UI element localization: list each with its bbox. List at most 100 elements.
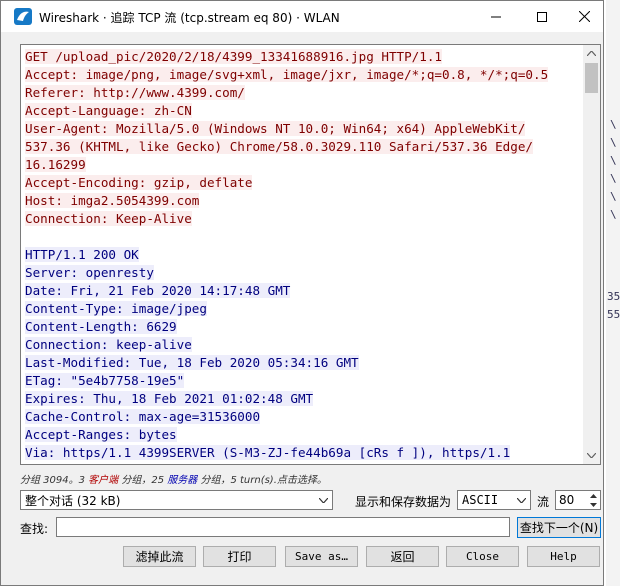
stream-line-client: Referer: http://www.4399.com/ — [25, 84, 580, 102]
close-icon — [578, 11, 590, 22]
stream-line-text: Cache-Control: max-age=31536000 — [25, 409, 261, 424]
show-save-label: 显示和保存数据为 — [355, 495, 452, 509]
chevron-up-icon — [590, 493, 597, 498]
stream-stats: 分组 3094。3 客户端 分组，25 服务器 分组，5 turn(s).点击选… — [20, 471, 327, 486]
chevron-up-icon — [587, 51, 596, 56]
conversation-select[interactable]: 整个对话 (32 kB) — [20, 490, 333, 510]
close-button[interactable]: Close — [446, 546, 519, 567]
vertical-scrollbar[interactable] — [583, 45, 600, 464]
stats-server-label: 服务器 — [167, 475, 198, 486]
find-label: 查找: — [20, 522, 49, 536]
background-window-right: \ \ \ \ \ \ 35 55 — [606, 0, 620, 586]
stream-line-client: 537.36 (KHTML, like Gecko) Chrome/58.0.3… — [25, 138, 580, 156]
stream-line-client: Host: imga2.5054399.com — [25, 192, 580, 210]
stream-line-text: Content-Type: image/jpeg — [25, 301, 207, 316]
spin-up-button[interactable] — [587, 491, 600, 500]
minimize-button[interactable] — [473, 1, 519, 32]
stream-number-value: 80 — [559, 493, 575, 507]
stream-line-server: ETag: "5e4b7758-19e5" — [25, 372, 580, 390]
stream-line-server: Last-Modified: Tue, 18 Feb 2020 05:34:16… — [25, 354, 580, 372]
background-text: \ — [610, 136, 617, 149]
stream-line-text: Connection: Keep-Alive — [25, 211, 192, 226]
stream-line-text: Accept-Encoding: gzip, deflate — [25, 175, 253, 190]
stream-line-server: Accept-Ranges: bytes — [25, 426, 580, 444]
back-button[interactable]: 返回 — [366, 546, 439, 567]
stats-mid: 分组，25 — [118, 475, 168, 486]
save-as-button[interactable]: Save as… — [285, 546, 358, 567]
chevron-down-icon — [590, 502, 597, 507]
scroll-down-arrow[interactable] — [583, 447, 600, 464]
stream-line-client: 16.16299 — [25, 156, 580, 174]
stream-line-server: Via: https/1.1 4399SERVER (S-M3-ZJ-fe44b… — [25, 444, 580, 462]
background-text: 35 — [607, 290, 620, 303]
background-text: \ — [610, 190, 617, 203]
conversation-select-value: 整个对话 (32 kB) — [25, 493, 121, 508]
stream-line-text: Accept-Language: zh-CN — [25, 103, 192, 118]
stream-label: 流 — [537, 495, 550, 509]
stream-line-text: Date: Fri, 21 Feb 2020 14:17:48 GMT — [25, 283, 291, 298]
spin-down-button[interactable] — [587, 500, 600, 509]
stream-line-text: Server: openresty — [25, 265, 154, 280]
stream-line-server: Expires: Thu, 18 Feb 2021 01:02:48 GMT — [25, 390, 580, 408]
format-select-value: ASCII — [462, 493, 499, 507]
stream-line-server: Content-Length: 6629 — [25, 318, 580, 336]
format-select[interactable]: ASCII — [457, 490, 531, 510]
chevron-down-icon — [319, 497, 328, 503]
stream-line-text: Content-Length: 6629 — [25, 319, 177, 334]
stream-line-client: Connection: Keep-Alive — [25, 210, 580, 228]
close-window-button[interactable] — [565, 1, 603, 32]
maximize-icon — [537, 11, 547, 22]
follow-tcp-stream-dialog: Wireshark · 追踪 TCP 流 (tcp.stream eq 80) … — [0, 0, 604, 586]
stream-line-server: Date: Fri, 21 Feb 2020 14:17:48 GMT — [25, 282, 580, 300]
chevron-down-icon — [517, 497, 526, 503]
find-input[interactable] — [56, 517, 510, 537]
background-text: \ — [610, 118, 617, 131]
stats-suffix: 分组，5 turn(s).点击选择。 — [197, 475, 327, 486]
help-button[interactable]: Help — [527, 546, 600, 567]
stream-line-client: Accept-Language: zh-CN — [25, 102, 580, 120]
stream-number-spinbox[interactable]: 80 — [555, 490, 601, 510]
stream-line-client: Accept: image/png, image/svg+xml, image/… — [25, 66, 580, 84]
stream-line-client: User-Agent: Mozilla/5.0 (Windows NT 10.0… — [25, 120, 580, 138]
stream-line-text: Host: imga2.5054399.com — [25, 193, 200, 208]
stream-line-text: Accept: image/png, image/svg+xml, image/… — [25, 67, 549, 82]
stream-text[interactable]: GET /upload_pic/2020/2/18/4399_133416889… — [25, 48, 580, 462]
dropdown-arrow — [513, 491, 530, 509]
stats-client-label: 客户端 — [88, 475, 119, 486]
background-text: \ — [610, 208, 617, 221]
stream-blank-line — [25, 228, 580, 246]
background-text: \ — [610, 154, 617, 167]
stream-line-text: Connection: keep-alive — [25, 337, 192, 352]
stream-content-pane[interactable]: GET /upload_pic/2020/2/18/4399_133416889… — [20, 44, 601, 465]
stream-line-text: Accept-Ranges: bytes — [25, 427, 177, 442]
stats-prefix: 分组 3094。3 — [20, 475, 89, 486]
stream-line-text: Via: https/1.1 4399SERVER (S-M3-ZJ-fe44b… — [25, 445, 511, 460]
stream-line-text: 537.36 (KHTML, like Gecko) Chrome/58.0.3… — [25, 139, 533, 154]
filter-out-button[interactable]: 滤掉此流 — [123, 546, 196, 567]
dropdown-arrow — [315, 491, 332, 509]
stream-line-server: Server: openresty — [25, 264, 580, 282]
window-title: Wireshark · 追踪 TCP 流 (tcp.stream eq 80) … — [39, 11, 340, 25]
stream-line-client: Accept-Encoding: gzip, deflate — [25, 174, 580, 192]
print-button[interactable]: 打印 — [203, 546, 276, 567]
background-text: \ — [610, 172, 617, 185]
background-text: 55 — [607, 308, 620, 321]
wireshark-fin-icon — [14, 8, 32, 25]
stream-line-text: ETag: "5e4b7758-19e5" — [25, 373, 185, 388]
scroll-up-arrow[interactable] — [583, 45, 600, 62]
stream-line-server: Cache-Control: max-age=31536000 — [25, 408, 580, 426]
stream-line-server: HTTP/1.1 200 OK — [25, 246, 580, 264]
stream-line-text: User-Agent: Mozilla/5.0 (Windows NT 10.0… — [25, 121, 526, 136]
stream-line-text: Last-Modified: Tue, 18 Feb 2020 05:34:16… — [25, 355, 359, 370]
maximize-button[interactable] — [519, 1, 565, 32]
title-bar[interactable]: Wireshark · 追踪 TCP 流 (tcp.stream eq 80) … — [1, 1, 603, 32]
stream-line-text: GET /upload_pic/2020/2/18/4399_133416889… — [25, 49, 443, 64]
stream-line-server: Content-Type: image/jpeg — [25, 300, 580, 318]
find-next-button[interactable]: 查找下一个(N) — [517, 517, 601, 538]
stream-line-text: Referer: http://www.4399.com/ — [25, 85, 245, 100]
stream-line-text: Expires: Thu, 18 Feb 2021 01:02:48 GMT — [25, 391, 314, 406]
scrollbar-thumb[interactable] — [585, 63, 598, 93]
chevron-down-icon — [587, 453, 596, 458]
stream-line-client: GET /upload_pic/2020/2/18/4399_133416889… — [25, 48, 580, 66]
stream-line-text: 16.16299 — [25, 157, 86, 172]
